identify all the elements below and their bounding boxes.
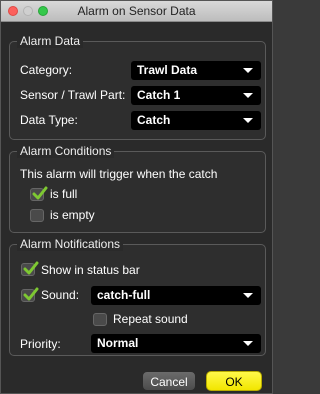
is-full-label: is full (50, 187, 78, 201)
priority-label: Priority: (20, 337, 61, 351)
alarm-conditions-group: Alarm Conditions This alarm will trigger… (9, 144, 266, 233)
priority-value: Normal (97, 336, 139, 350)
alarm-notifications-group: Alarm Notifications Show in status bar S… (9, 237, 266, 356)
sensor-select[interactable]: Catch 1 (131, 86, 261, 105)
checkmark-icon (32, 186, 48, 200)
is-empty-checkbox[interactable] (30, 209, 44, 222)
repeat-sound-label: Repeat sound (113, 312, 188, 326)
category-label: Category: (20, 63, 73, 77)
show-status-bar-checkbox[interactable] (21, 261, 39, 276)
condition-description: This alarm will trigger when the catch (20, 167, 218, 181)
chevron-down-icon (243, 341, 253, 346)
category-value: Trawl Data (137, 63, 198, 77)
sound-select[interactable]: catch-full (91, 286, 261, 305)
is-full-checkbox[interactable] (30, 186, 48, 201)
repeat-sound-checkbox[interactable] (93, 313, 107, 326)
chevron-down-icon (243, 68, 253, 73)
datatype-value: Catch (137, 113, 171, 127)
datatype-label: Data Type: (20, 113, 78, 127)
alarm-data-title: Alarm Data (17, 34, 84, 48)
ok-button[interactable]: OK (206, 371, 262, 391)
alarm-data-group: Alarm Data Category: Trawl Data Sensor /… (9, 34, 266, 140)
chevron-down-icon (243, 118, 253, 123)
sound-label: Sound: (41, 288, 80, 302)
checkmark-icon (23, 261, 39, 275)
cancel-button[interactable]: Cancel (142, 371, 196, 391)
chevron-down-icon (243, 93, 253, 98)
title-bar: Alarm on Sensor Data (1, 1, 272, 22)
sound-checkbox[interactable] (21, 287, 39, 302)
show-status-bar-label: Show in status bar (41, 263, 140, 277)
category-select[interactable]: Trawl Data (131, 61, 261, 80)
chevron-down-icon (243, 293, 253, 298)
sensor-value: Catch 1 (137, 88, 181, 102)
sound-value: catch-full (97, 288, 151, 302)
datatype-select[interactable]: Catch (131, 111, 261, 130)
alarm-notifications-title: Alarm Notifications (17, 237, 124, 251)
alarm-dialog-window: Alarm on Sensor Data Alarm Data Category… (0, 0, 273, 394)
sensor-label: Sensor / Trawl Part: (20, 88, 126, 102)
window-title: Alarm on Sensor Data (77, 4, 196, 18)
is-empty-label: is empty (50, 208, 95, 222)
checkmark-icon (23, 287, 39, 301)
priority-select[interactable]: Normal (91, 334, 261, 353)
alarm-conditions-title: Alarm Conditions (17, 144, 115, 158)
